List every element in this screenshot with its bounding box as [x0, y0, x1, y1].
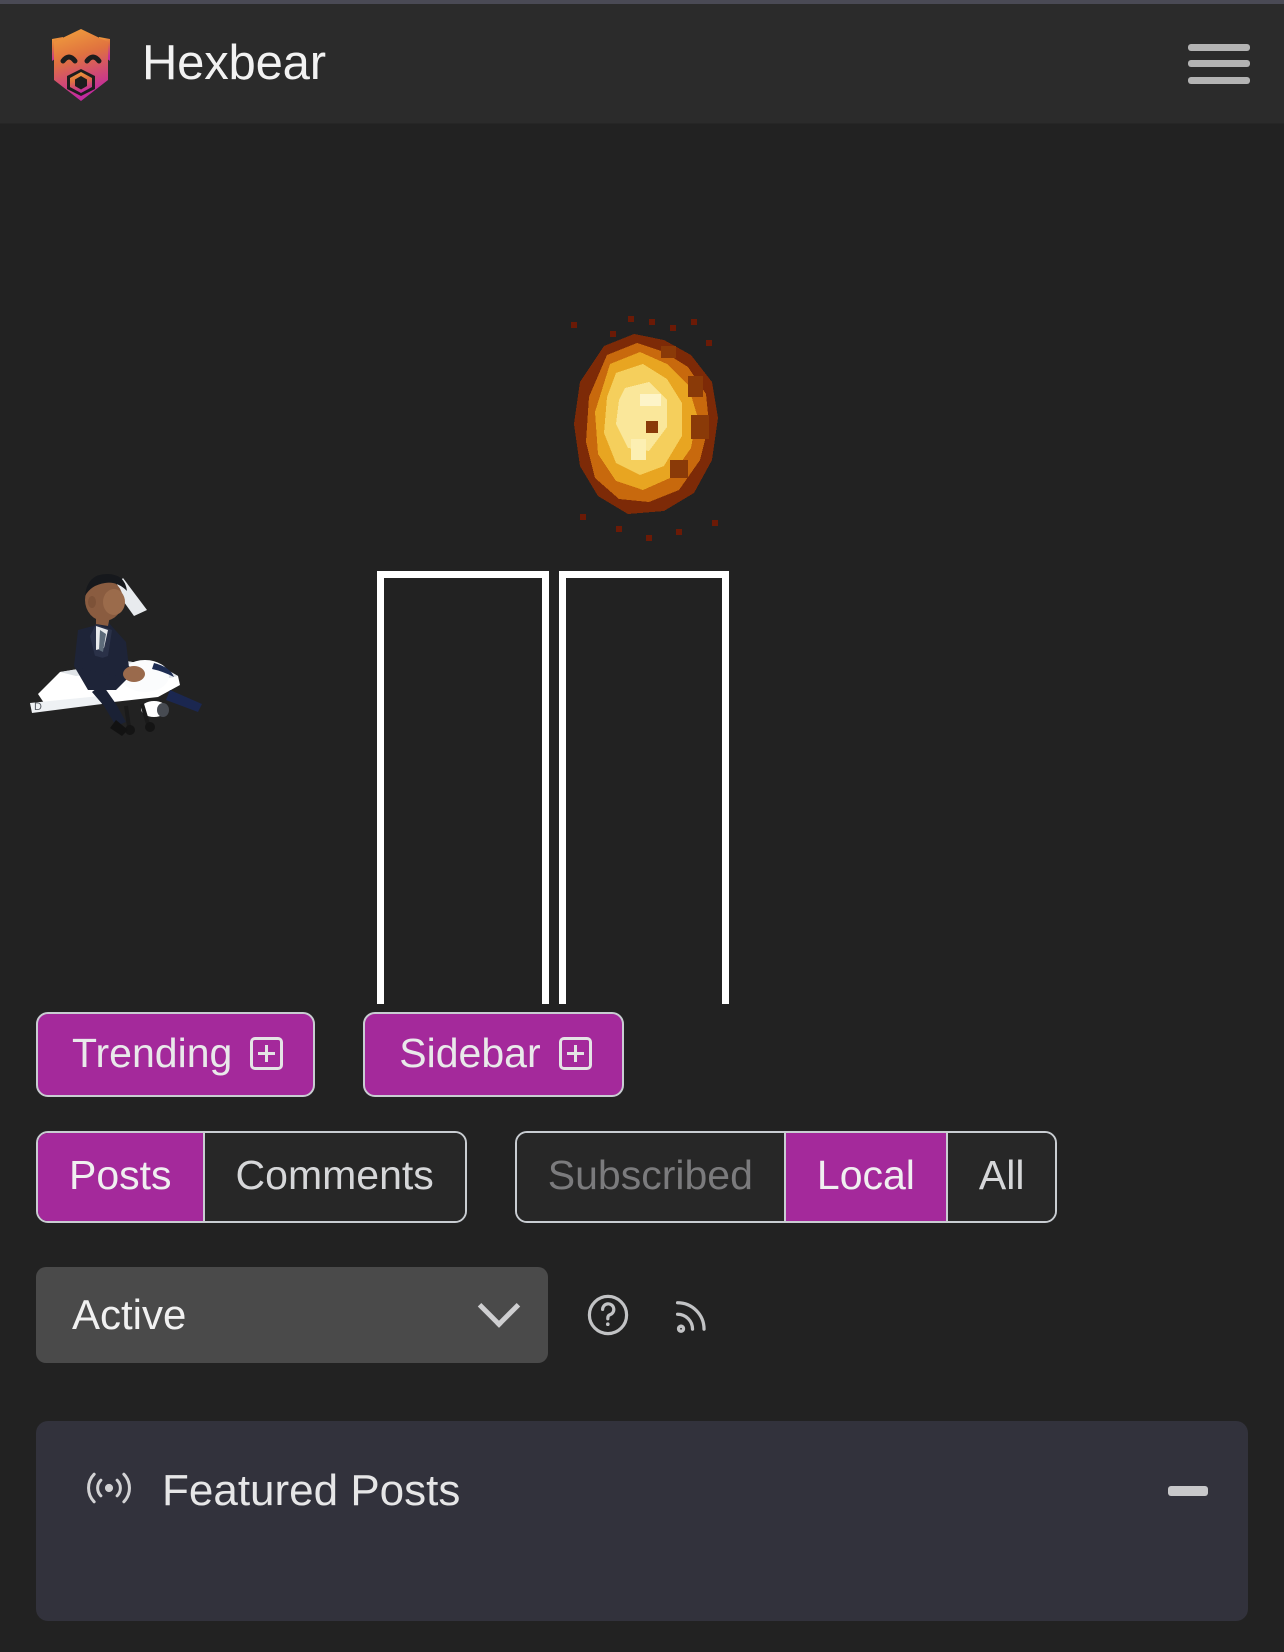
navbar: Hexbear [0, 4, 1284, 124]
broadcast-announcement-icon [82, 1465, 136, 1516]
sort-select[interactable]: Active [36, 1267, 548, 1363]
chevron-down-icon [477, 1285, 521, 1328]
sort-controls-row: Active [0, 1267, 1284, 1363]
minus-collapse-icon[interactable] [1168, 1485, 1208, 1496]
hamburger-menu-icon[interactable] [1188, 40, 1250, 88]
sort-select-value: Active [72, 1291, 187, 1338]
pixel-explosion-sprite [556, 316, 736, 541]
plus-in-box-icon [558, 1037, 592, 1070]
listing-type-tabs: Subscribed Local All [514, 1131, 1058, 1223]
content-type-tabs: Posts Comments [36, 1131, 467, 1223]
svg-text:D: D [34, 701, 42, 713]
brand-link[interactable]: Hexbear [42, 23, 326, 105]
sidebar-button[interactable]: Sidebar [363, 1012, 624, 1097]
tower-right-outline [559, 571, 729, 1004]
listing-controls-row: Posts Comments Subscribed Local All [0, 1131, 1284, 1223]
brand-title: Hexbear [142, 36, 326, 90]
hexbear-hexagon-bear-logo [42, 23, 120, 105]
tab-subscribed[interactable]: Subscribed [516, 1133, 786, 1221]
trending-button-label: Trending [72, 1030, 233, 1076]
featured-posts-header: Featured Posts [36, 1421, 1248, 1516]
featured-posts-card: Featured Posts [36, 1421, 1248, 1621]
banner-action-buttons: Trending Sidebar [0, 1012, 1284, 1097]
hamburger-bar [1188, 76, 1250, 84]
hamburger-bar [1188, 43, 1250, 51]
site-banner-animation: D [0, 124, 1284, 1004]
tab-all[interactable]: All [947, 1133, 1056, 1221]
plus-in-box-icon [250, 1037, 284, 1070]
rss-feed-icon[interactable] [668, 1292, 714, 1338]
tab-comments[interactable]: Comments [204, 1133, 465, 1221]
question-circle-icon[interactable] [584, 1291, 632, 1339]
trending-button[interactable]: Trending [36, 1012, 316, 1097]
tab-local[interactable]: Local [785, 1133, 948, 1221]
sidebar-button-label: Sidebar [399, 1030, 541, 1076]
obama-riding-predator-drone-image: D [30, 564, 210, 739]
tab-posts[interactable]: Posts [38, 1133, 205, 1221]
page-root: Hexbear D Trending Sidebar Posts Comment… [0, 0, 1284, 1652]
tower-left-outline [377, 571, 549, 1004]
hamburger-bar [1188, 60, 1250, 67]
featured-posts-title: Featured Posts [162, 1465, 461, 1515]
